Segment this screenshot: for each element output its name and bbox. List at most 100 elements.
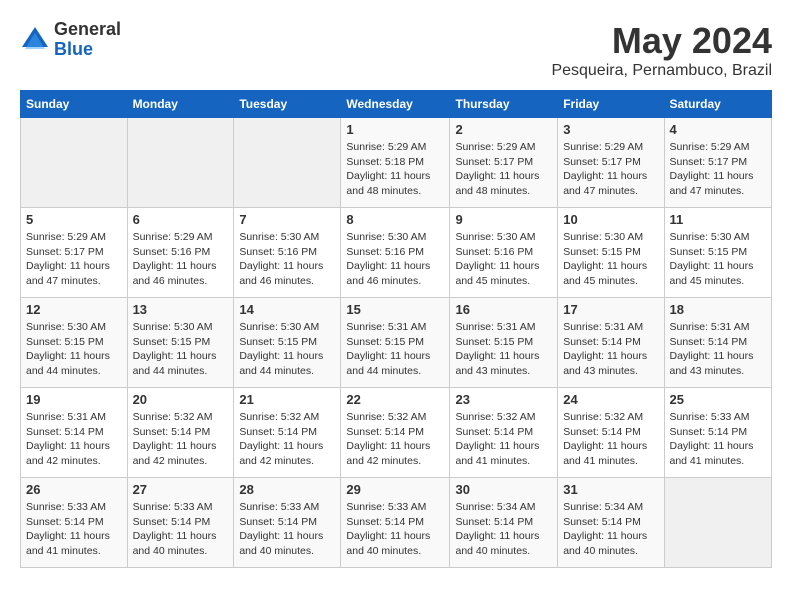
day-info: Sunrise: 5:29 AM Sunset: 5:17 PM Dayligh… (26, 230, 122, 289)
day-number: 4 (670, 122, 767, 137)
day-cell: 17Sunrise: 5:31 AM Sunset: 5:14 PM Dayli… (558, 298, 664, 388)
day-cell (127, 118, 234, 208)
day-info: Sunrise: 5:29 AM Sunset: 5:17 PM Dayligh… (455, 140, 552, 199)
day-number: 14 (239, 302, 335, 317)
day-info: Sunrise: 5:30 AM Sunset: 5:15 PM Dayligh… (239, 320, 335, 379)
day-number: 13 (133, 302, 229, 317)
calendar-table: SundayMondayTuesdayWednesdayThursdayFrid… (20, 90, 772, 568)
logo-blue: Blue (54, 40, 121, 60)
day-info: Sunrise: 5:30 AM Sunset: 5:15 PM Dayligh… (26, 320, 122, 379)
day-info: Sunrise: 5:33 AM Sunset: 5:14 PM Dayligh… (670, 410, 767, 469)
month-title: May 2024 (551, 20, 772, 62)
day-number: 27 (133, 482, 229, 497)
week-row-5: 26Sunrise: 5:33 AM Sunset: 5:14 PM Dayli… (21, 478, 772, 568)
day-number: 22 (346, 392, 444, 407)
day-cell: 12 Sunrise: 5:30 AM Sunset: 5:15 PM Dayli… (21, 298, 128, 388)
day-cell: 2Sunrise: 5:29 AM Sunset: 5:17 PM Daylig… (450, 118, 558, 208)
day-number: 16 (455, 302, 552, 317)
day-info: Sunrise: 5:33 AM Sunset: 5:14 PM Dayligh… (346, 500, 444, 559)
day-info: Sunrise: 5:30 AM Sunset: 5:15 PM Dayligh… (670, 230, 767, 289)
day-info: Sunrise: 5:29 AM Sunset: 5:16 PM Dayligh… (133, 230, 229, 289)
day-cell: 25 Sunrise: 5:33 AM Sunset: 5:14 PM Dayli… (664, 388, 772, 478)
day-cell (664, 478, 772, 568)
day-cell: 26Sunrise: 5:33 AM Sunset: 5:14 PM Dayli… (21, 478, 128, 568)
day-info: Sunrise: 5:32 AM Sunset: 5:14 PM Dayligh… (455, 410, 552, 469)
day-number: 18 (670, 302, 767, 317)
day-cell: 5 Sunrise: 5:29 AM Sunset: 5:17 PM Daylig… (21, 208, 128, 298)
day-info: Sunrise: 5:34 AM Sunset: 5:14 PM Dayligh… (455, 500, 552, 559)
day-cell: 11 Sunrise: 5:30 AM Sunset: 5:15 PM Dayli… (664, 208, 772, 298)
logo: General Blue (20, 20, 121, 60)
day-number: 6 (133, 212, 229, 227)
day-cell: 28Sunrise: 5:33 AM Sunset: 5:14 PM Dayli… (234, 478, 341, 568)
week-row-3: 12 Sunrise: 5:30 AM Sunset: 5:15 PM Dayli… (21, 298, 772, 388)
page-header: General Blue May 2024 Pesqueira, Pernamb… (20, 20, 772, 80)
day-cell: 21Sunrise: 5:32 AM Sunset: 5:14 PM Dayli… (234, 388, 341, 478)
day-cell: 22Sunrise: 5:32 AM Sunset: 5:14 PM Dayli… (341, 388, 450, 478)
day-number: 12 (26, 302, 122, 317)
day-info: Sunrise: 5:32 AM Sunset: 5:14 PM Dayligh… (239, 410, 335, 469)
week-row-4: 19 Sunrise: 5:31 AM Sunset: 5:14 PM Dayli… (21, 388, 772, 478)
day-cell: 29 Sunrise: 5:33 AM Sunset: 5:14 PM Dayli… (341, 478, 450, 568)
header-wednesday: Wednesday (341, 91, 450, 118)
day-cell: 23 Sunrise: 5:32 AM Sunset: 5:14 PM Dayli… (450, 388, 558, 478)
day-cell: 10 Sunrise: 5:30 AM Sunset: 5:15 PM Dayli… (558, 208, 664, 298)
day-cell: 13 Sunrise: 5:30 AM Sunset: 5:15 PM Dayli… (127, 298, 234, 388)
logo-general: General (54, 20, 121, 40)
day-number: 24 (563, 392, 658, 407)
day-cell (234, 118, 341, 208)
day-number: 8 (346, 212, 444, 227)
day-number: 5 (26, 212, 122, 227)
day-cell: 1 Sunrise: 5:29 AM Sunset: 5:18 PM Daylig… (341, 118, 450, 208)
week-row-2: 5 Sunrise: 5:29 AM Sunset: 5:17 PM Daylig… (21, 208, 772, 298)
day-cell: 27 Sunrise: 5:33 AM Sunset: 5:14 PM Dayli… (127, 478, 234, 568)
day-info: Sunrise: 5:30 AM Sunset: 5:16 PM Dayligh… (455, 230, 552, 289)
day-cell: 30 Sunrise: 5:34 AM Sunset: 5:14 PM Dayli… (450, 478, 558, 568)
header-sunday: Sunday (21, 91, 128, 118)
day-number: 29 (346, 482, 444, 497)
location: Pesqueira, Pernambuco, Brazil (551, 62, 772, 80)
header-monday: Monday (127, 91, 234, 118)
day-cell: 4 Sunrise: 5:29 AM Sunset: 5:17 PM Daylig… (664, 118, 772, 208)
day-number: 7 (239, 212, 335, 227)
header-friday: Friday (558, 91, 664, 118)
day-cell: 9 Sunrise: 5:30 AM Sunset: 5:16 PM Daylig… (450, 208, 558, 298)
day-info: Sunrise: 5:30 AM Sunset: 5:16 PM Dayligh… (239, 230, 335, 289)
day-number: 30 (455, 482, 552, 497)
header-row: SundayMondayTuesdayWednesdayThursdayFrid… (21, 91, 772, 118)
day-info: Sunrise: 5:32 AM Sunset: 5:14 PM Dayligh… (563, 410, 658, 469)
day-number: 19 (26, 392, 122, 407)
day-number: 10 (563, 212, 658, 227)
day-info: Sunrise: 5:29 AM Sunset: 5:17 PM Dayligh… (670, 140, 767, 199)
day-info: Sunrise: 5:33 AM Sunset: 5:14 PM Dayligh… (239, 500, 335, 559)
day-cell: 6 Sunrise: 5:29 AM Sunset: 5:16 PM Daylig… (127, 208, 234, 298)
day-cell: 15Sunrise: 5:31 AM Sunset: 5:15 PM Dayli… (341, 298, 450, 388)
day-info: Sunrise: 5:30 AM Sunset: 5:15 PM Dayligh… (133, 320, 229, 379)
day-info: Sunrise: 5:34 AM Sunset: 5:14 PM Dayligh… (563, 500, 658, 559)
day-info: Sunrise: 5:31 AM Sunset: 5:14 PM Dayligh… (670, 320, 767, 379)
day-number: 23 (455, 392, 552, 407)
day-info: Sunrise: 5:30 AM Sunset: 5:16 PM Dayligh… (346, 230, 444, 289)
day-number: 20 (133, 392, 229, 407)
day-info: Sunrise: 5:31 AM Sunset: 5:14 PM Dayligh… (26, 410, 122, 469)
week-row-1: 1 Sunrise: 5:29 AM Sunset: 5:18 PM Daylig… (21, 118, 772, 208)
day-cell: 7 Sunrise: 5:30 AM Sunset: 5:16 PM Daylig… (234, 208, 341, 298)
day-cell: 20Sunrise: 5:32 AM Sunset: 5:14 PM Dayli… (127, 388, 234, 478)
day-number: 25 (670, 392, 767, 407)
day-cell (21, 118, 128, 208)
day-cell: 14 Sunrise: 5:30 AM Sunset: 5:15 PM Dayli… (234, 298, 341, 388)
day-info: Sunrise: 5:31 AM Sunset: 5:15 PM Dayligh… (455, 320, 552, 379)
day-cell: 19 Sunrise: 5:31 AM Sunset: 5:14 PM Dayli… (21, 388, 128, 478)
day-info: Sunrise: 5:29 AM Sunset: 5:17 PM Dayligh… (563, 140, 658, 199)
logo-icon (20, 25, 50, 55)
day-cell: 8 Sunrise: 5:30 AM Sunset: 5:16 PM Daylig… (341, 208, 450, 298)
day-info: Sunrise: 5:33 AM Sunset: 5:14 PM Dayligh… (133, 500, 229, 559)
day-info: Sunrise: 5:31 AM Sunset: 5:15 PM Dayligh… (346, 320, 444, 379)
title-area: May 2024 Pesqueira, Pernambuco, Brazil (551, 20, 772, 80)
day-cell: 16 Sunrise: 5:31 AM Sunset: 5:15 PM Dayli… (450, 298, 558, 388)
day-number: 1 (346, 122, 444, 137)
day-number: 11 (670, 212, 767, 227)
day-info: Sunrise: 5:30 AM Sunset: 5:15 PM Dayligh… (563, 230, 658, 289)
day-info: Sunrise: 5:29 AM Sunset: 5:18 PM Dayligh… (346, 140, 444, 199)
day-number: 9 (455, 212, 552, 227)
